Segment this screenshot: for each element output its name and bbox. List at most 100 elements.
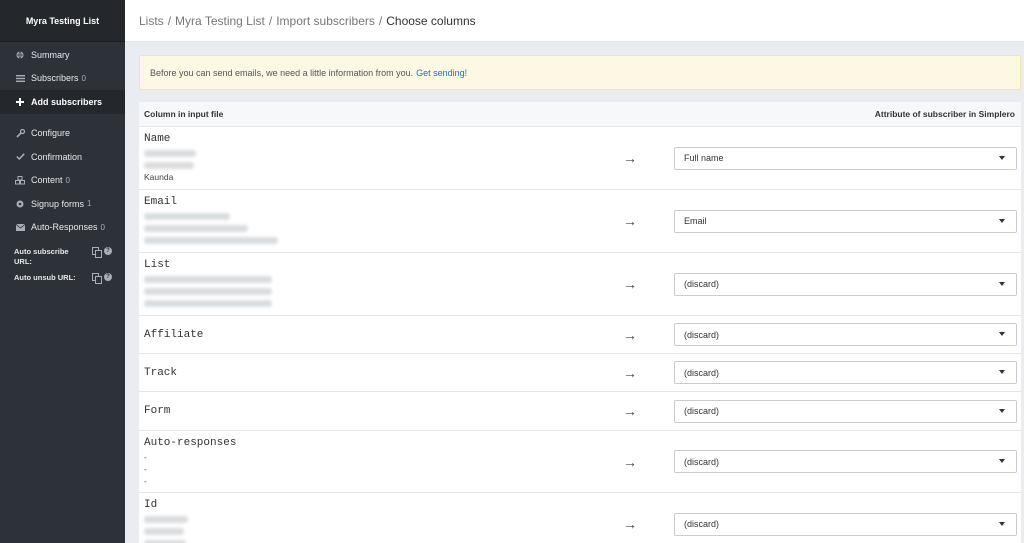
sidebar-item-label: Subscribers	[31, 73, 79, 84]
sidebar-nav: Summary Subscribers 0 Add subscribers Co…	[0, 42, 125, 239]
sidebar-item-signup-forms[interactable]: Signup forms 1	[0, 192, 125, 216]
table-row: Auto-responses - - - → (discard)	[139, 431, 1021, 493]
table-row: Name Kaunda → Full name	[139, 127, 1021, 190]
column-name: Email	[144, 196, 178, 208]
column-name: List	[144, 259, 171, 271]
attribute-select-value: (discard)	[684, 329, 720, 340]
column-name: Form	[144, 405, 171, 417]
sidebar: Myra Testing List Summary Subscribers 0 …	[0, 0, 125, 543]
sidebar-item-summary[interactable]: Summary	[0, 43, 125, 67]
attribute-select[interactable]: Email	[674, 209, 1017, 233]
caret-down-icon	[999, 408, 1005, 413]
sidebar-item-confirmation[interactable]: Confirmation	[0, 145, 125, 169]
breadcrumb-import-subscribers[interactable]: Import subscribers	[276, 14, 375, 28]
sample-value: -	[144, 451, 147, 462]
caret-down-icon	[999, 459, 1005, 463]
sidebar-item-label: Confirmation	[31, 151, 83, 162]
sample-value	[144, 222, 614, 234]
sidebar-item-subscribers[interactable]: Subscribers 0	[0, 67, 125, 91]
attribute-select-value: (discard)	[684, 367, 720, 378]
attribute-select[interactable]: (discard)	[674, 399, 1017, 423]
sidebar-item-content[interactable]: Content 0	[0, 169, 125, 193]
copy-icon[interactable]	[92, 247, 102, 258]
auto-unsub-label: Auto unsub URL:	[14, 273, 76, 282]
attribute-select-value: (discard)	[684, 456, 720, 467]
sample-value	[144, 159, 614, 171]
header-column-input: Column in input file	[144, 109, 224, 119]
breadcrumb: Lists / Myra Testing List / Import subsc…	[125, 0, 1024, 42]
sidebar-item-add-subscribers[interactable]: Add subscribers	[0, 90, 125, 114]
sample-value: Kaunda	[144, 172, 174, 182]
sample-value	[144, 537, 614, 543]
copy-icon[interactable]	[92, 273, 102, 284]
caret-down-icon	[999, 218, 1005, 223]
arrow-icon: →	[623, 213, 637, 229]
sample-value	[144, 513, 614, 525]
sample-value	[144, 285, 614, 297]
column-name: Auto-responses	[144, 436, 237, 449]
table-row: Form → (discard)	[139, 392, 1021, 431]
attribute-select[interactable]: (discard)	[674, 323, 1017, 346]
sidebar-item-auto-responses[interactable]: Auto-Responses 0	[0, 216, 125, 240]
attribute-select[interactable]: (discard)	[674, 272, 1017, 296]
sample-value	[144, 273, 614, 285]
circle-icon	[15, 200, 25, 208]
sidebar-item-configure[interactable]: Configure	[0, 122, 125, 146]
header-attribute: Attribute of subscriber in Simplero	[874, 109, 1015, 119]
breadcrumb-lists[interactable]: Lists	[139, 14, 164, 28]
column-name: Id	[144, 499, 158, 511]
sidebar-item-count: 1	[87, 199, 92, 209]
arrow-icon: →	[623, 403, 637, 419]
auto-urls: Auto subscribe URL: ? Auto unsub URL: ?	[0, 247, 125, 284]
attribute-select-value: (discard)	[684, 279, 720, 289]
attribute-select[interactable]: (discard)	[674, 450, 1017, 473]
plus-icon	[15, 97, 25, 106]
caret-down-icon	[999, 370, 1005, 374]
breadcrumb-separator: /	[268, 13, 273, 28]
table-row: Affiliate → (discard)	[139, 316, 1021, 354]
sidebar-item-label: Configure	[31, 128, 71, 139]
get-sending-link[interactable]: Get sending!	[416, 68, 467, 78]
auto-unsub-url: Auto unsub URL: ?	[14, 273, 112, 284]
attribute-select[interactable]: (discard)	[674, 512, 1017, 536]
sidebar-item-count: 0	[65, 175, 70, 185]
auto-subscribe-url: Auto subscribe URL: ?	[14, 247, 112, 267]
column-mapping-table: Column in input file Attribute of subscr…	[139, 102, 1021, 543]
sample-value	[144, 525, 614, 537]
sidebar-item-label: Auto-Responses	[31, 222, 98, 233]
attribute-select[interactable]: (discard)	[674, 361, 1017, 384]
arrow-icon: →	[623, 364, 637, 381]
attribute-select[interactable]: Full name	[674, 146, 1017, 170]
table-row: Track → (discard)	[139, 354, 1021, 392]
attribute-select-value: Full name	[684, 153, 724, 163]
page-title: Choose columns	[386, 13, 476, 28]
wrench-icon	[15, 128, 25, 138]
arrow-icon: →	[623, 453, 637, 470]
breadcrumb-list-name[interactable]: Myra Testing List	[175, 14, 265, 28]
breadcrumb-separator: /	[378, 13, 383, 28]
sidebar-item-label: Add subscribers	[31, 96, 103, 107]
auto-subscribe-label: Auto subscribe URL:	[14, 247, 69, 266]
setup-notice: Before you can send emails, we need a li…	[139, 55, 1021, 90]
column-name: Track	[144, 366, 178, 379]
check-icon	[15, 153, 25, 161]
sidebar-item-label: Signup forms	[31, 198, 85, 209]
attribute-select-value: (discard)	[684, 406, 720, 416]
sample-value	[144, 210, 614, 222]
table-header: Column in input file Attribute of subscr…	[139, 102, 1021, 127]
help-icon[interactable]: ?	[104, 247, 112, 255]
column-name: Affiliate	[144, 328, 204, 341]
help-icon[interactable]: ?	[104, 273, 112, 281]
arrow-icon: →	[623, 326, 637, 343]
notice-text: Before you can send emails, we need a li…	[150, 67, 414, 78]
attribute-select-value: Email	[684, 216, 707, 226]
breadcrumb-separator: /	[167, 13, 172, 28]
attribute-select-value: (discard)	[684, 519, 720, 529]
sidebar-item-label: Summary	[31, 49, 70, 60]
list-icon	[15, 74, 25, 82]
cubes-icon	[15, 175, 25, 185]
envelope-icon	[15, 223, 25, 231]
arrow-icon: →	[623, 150, 637, 166]
list-name[interactable]: Myra Testing List	[0, 0, 125, 42]
table-row: List → (discard)	[139, 253, 1021, 316]
